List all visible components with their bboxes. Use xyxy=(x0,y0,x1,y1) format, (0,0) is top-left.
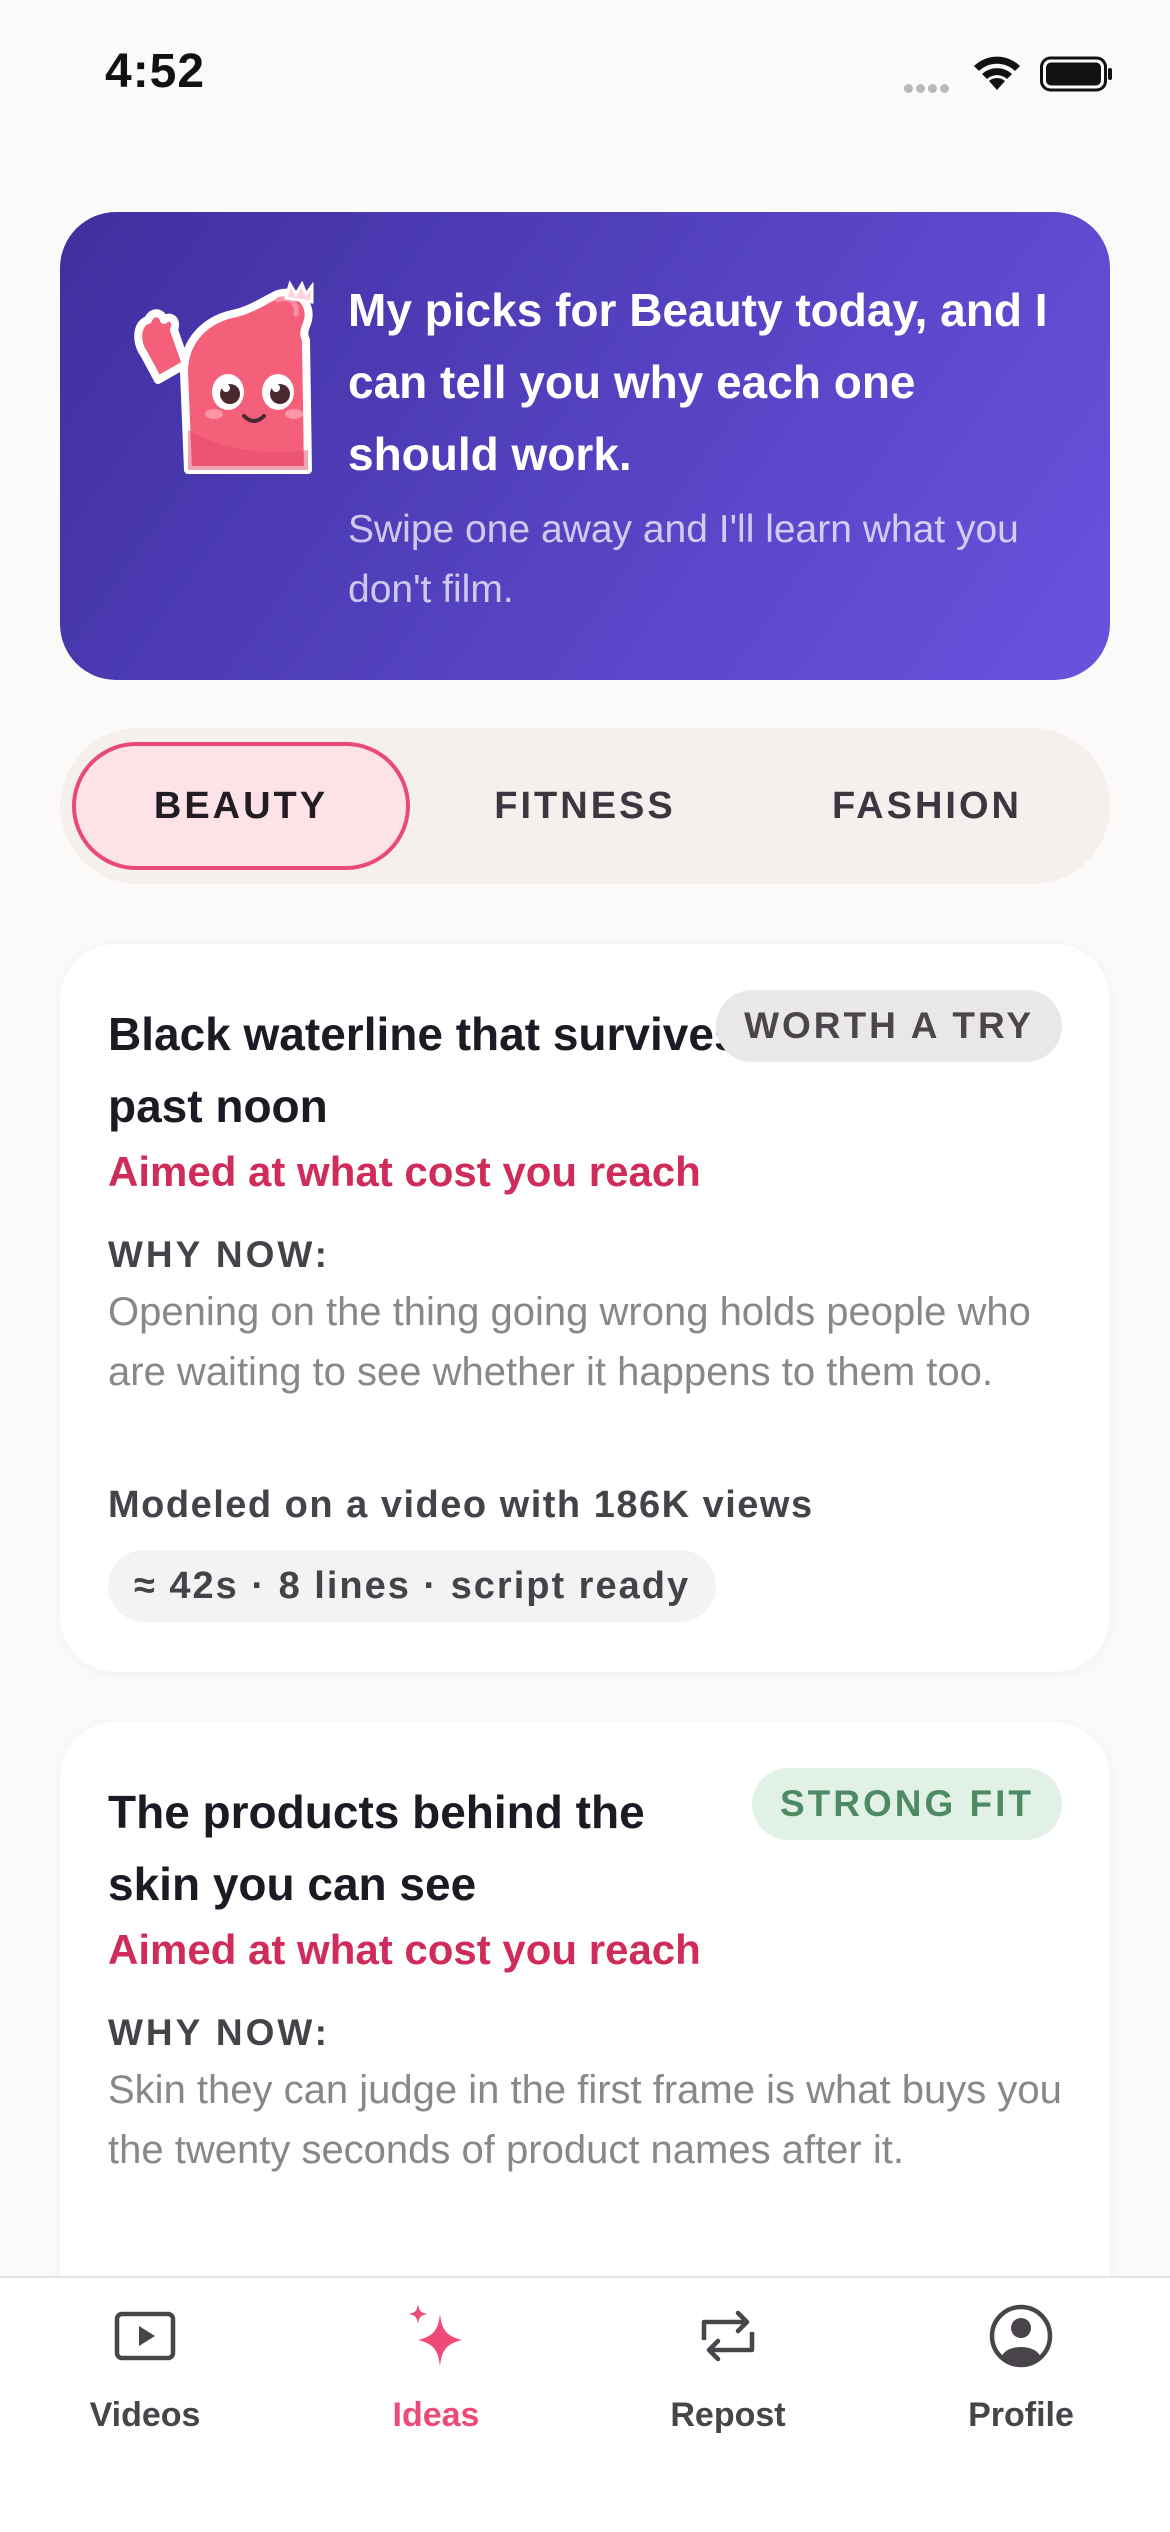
tabbar-label: Ideas xyxy=(392,2396,480,2434)
tabbar-item-ideas[interactable]: Ideas xyxy=(326,2300,546,2470)
waving-mascot-icon xyxy=(134,280,314,474)
wifi-icon xyxy=(974,56,1020,90)
status-time: 4:52 xyxy=(105,45,206,98)
status-bar: 4:52 xyxy=(0,0,1170,140)
tabbar-item-videos[interactable]: Videos xyxy=(35,2300,255,2470)
tabbar-label: Videos xyxy=(89,2396,201,2434)
fit-badge: STRONG FIT xyxy=(751,1768,1062,1840)
idea-title: The products behind the skin you can see xyxy=(108,1786,645,1910)
cellular-signal-icon xyxy=(904,80,956,93)
ideas-screen: 4:52 My picks for Beauty today, and I ca… xyxy=(0,0,1170,2532)
hero-subtitle: Swipe one away and I'll learn what you d… xyxy=(348,508,1019,611)
tab-fitness[interactable]: FITNESS xyxy=(416,742,754,870)
tab-beauty[interactable]: BEAUTY xyxy=(72,742,410,870)
tab-fashion[interactable]: FASHION xyxy=(758,742,1096,870)
tabbar-label: Repost xyxy=(670,2396,786,2434)
why-now-text: Opening on the thing going wrong holds p… xyxy=(108,1290,1031,1394)
idea-title: Black waterline that survives past noon xyxy=(108,1008,740,1132)
bottom-tab-bar: Videos Ideas Repost Profile xyxy=(0,2276,1170,2532)
profile-icon xyxy=(989,2304,1053,2368)
repost-icon xyxy=(701,2310,755,2362)
script-meta-pill: ≈ 42s · 8 lines · script ready xyxy=(108,1550,717,1622)
tabbar-item-repost[interactable]: Repost xyxy=(618,2300,838,2470)
tabbar-item-profile[interactable]: Profile xyxy=(911,2300,1131,2470)
play-video-icon xyxy=(114,2311,176,2361)
why-now-text: Skin they can judge in the first frame i… xyxy=(108,2068,1062,2172)
why-now-label: WHY NOW: xyxy=(108,2012,331,2053)
hero-title: My picks for Beauty today, and I can tel… xyxy=(348,284,1048,480)
battery-icon xyxy=(1040,56,1112,92)
hero-banner: My picks for Beauty today, and I can tel… xyxy=(60,212,1110,680)
why-now-label: WHY NOW: xyxy=(108,1234,331,1275)
fit-badge: WORTH A TRY xyxy=(716,990,1062,1062)
tabbar-label: Profile xyxy=(968,2396,1074,2434)
sparkle-icon xyxy=(408,2304,462,2366)
idea-card[interactable]: Black waterline that survives past noon … xyxy=(60,944,1110,1672)
idea-aim: Aimed at what cost you reach xyxy=(108,1148,701,1195)
modeled-on-text: Modeled on a video with 186K views xyxy=(108,1484,814,1526)
idea-aim: Aimed at what cost you reach xyxy=(108,1926,701,1973)
category-tabs: BEAUTY FITNESS FASHION xyxy=(60,728,1110,884)
